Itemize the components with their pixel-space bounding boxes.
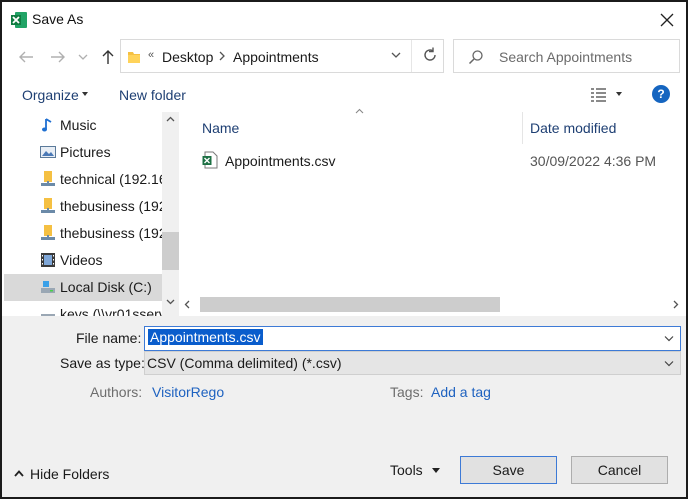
refresh-icon[interactable] <box>421 46 439 64</box>
breadcrumb-desktop[interactable]: Desktop <box>162 49 213 65</box>
save-as-type-label: Save as type: <box>60 355 145 371</box>
nav-item-label: Music <box>60 117 97 133</box>
tags-label: Tags: <box>390 384 424 400</box>
nav-item-technical[interactable]: technical (192.16 <box>4 166 167 193</box>
nav-item-videos[interactable]: Videos <box>4 247 162 274</box>
file-date-modified: 30/09/2022 4:36 PM <box>530 153 657 169</box>
chevron-down-icon[interactable] <box>664 335 674 342</box>
caret-down-icon <box>82 92 88 96</box>
nav-item-thebusiness[interactable]: thebusiness (192 <box>4 193 167 220</box>
chevron-right-icon[interactable] <box>672 300 679 309</box>
chevron-right-icon[interactable] <box>217 50 227 62</box>
local-disk-icon <box>41 281 55 293</box>
save-as-type-value: CSV (Comma delimited) (*.csv) <box>147 355 342 371</box>
address-divider <box>411 40 412 72</box>
close-button[interactable] <box>656 9 678 31</box>
forward-button[interactable] <box>47 46 69 68</box>
music-note-icon <box>42 118 52 132</box>
nav-item-label: technical (192.16 <box>60 171 167 187</box>
file-name-field[interactable]: Appointments.csv <box>144 326 681 351</box>
file-name-value[interactable]: Appointments.csv <box>148 329 263 345</box>
tools-button[interactable]: Tools <box>390 462 440 478</box>
caret-down-icon <box>432 468 440 473</box>
nav-item-local-disk[interactable]: Local Disk (C:) <box>4 274 162 301</box>
breadcrumb-overflow[interactable]: « <box>148 49 154 61</box>
network-drive-icon <box>41 314 55 316</box>
nav-item-label: keys (\\vr01sserv <box>60 306 166 316</box>
save-button[interactable]: Save <box>460 456 557 484</box>
nav-item-label: Pictures <box>60 144 111 160</box>
nav-item-music[interactable]: Music <box>4 112 162 139</box>
nav-item-keys[interactable]: keys (\\vr01sserv <box>4 301 166 316</box>
search-input[interactable]: Search Appointments <box>499 49 632 65</box>
save-as-dialog: Save As « Desktop Appointments Search Ap… <box>0 0 688 499</box>
cancel-button[interactable]: Cancel <box>571 456 668 484</box>
tags-value[interactable]: Add a tag <box>431 384 491 400</box>
nav-item-label: Videos <box>60 252 103 268</box>
file-row[interactable]: Appointments.csv 30/09/2022 4:36 PM <box>180 148 686 174</box>
horizontal-scrollbar[interactable] <box>180 296 686 313</box>
search-box[interactable]: Search Appointments <box>453 39 680 73</box>
chevron-down-icon[interactable] <box>166 298 175 305</box>
save-options-panel: File name: Appointments.csv Save as type… <box>2 316 686 497</box>
pictures-icon <box>40 146 56 158</box>
column-header-name[interactable]: Name <box>202 120 239 136</box>
back-button[interactable] <box>15 46 37 68</box>
nav-item-label: Local Disk (C:) <box>60 279 152 295</box>
excel-icon <box>11 12 27 28</box>
video-icon <box>41 253 55 267</box>
up-button[interactable] <box>97 46 119 68</box>
navigation-pane: Music Pictures technical (192.16 thebusi… <box>4 112 179 316</box>
arrow-right-icon <box>51 51 65 63</box>
arrow-up-icon <box>102 50 114 64</box>
file-name-label: File name: <box>76 330 142 346</box>
chevron-left-icon[interactable] <box>184 300 191 309</box>
csv-file-icon <box>202 151 218 169</box>
chevron-down-icon <box>78 54 88 60</box>
address-bar[interactable]: « Desktop Appointments <box>120 39 444 73</box>
close-icon <box>660 13 674 27</box>
network-drive-icon <box>41 198 55 213</box>
nav-item-pictures[interactable]: Pictures <box>4 139 162 166</box>
authors-label: Authors: <box>90 384 143 400</box>
recent-locations-button[interactable] <box>75 46 91 68</box>
new-folder-button[interactable]: New folder <box>119 87 186 103</box>
sort-ascending-icon <box>355 108 364 114</box>
file-name: Appointments.csv <box>225 153 336 169</box>
search-icon <box>468 50 483 65</box>
hide-folders-label: Hide Folders <box>30 466 110 482</box>
file-list: Name Date modified Appointments.csv 30/0… <box>180 108 686 316</box>
dialog-title: Save As <box>32 11 84 27</box>
horizontal-scroll-thumb[interactable] <box>200 297 500 312</box>
column-header-date-modified[interactable]: Date modified <box>530 120 616 136</box>
toolbar: Organize New folder ? <box>2 80 686 112</box>
nav-scroll-thumb[interactable] <box>162 232 179 270</box>
tools-label: Tools <box>390 462 423 478</box>
chevron-up-icon <box>14 470 24 477</box>
nav-item-label: thebusiness (192 <box>60 225 167 241</box>
folder-icon <box>128 52 140 63</box>
save-as-type-select[interactable]: CSV (Comma delimited) (*.csv) <box>144 351 681 375</box>
chevron-down-icon[interactable] <box>391 51 401 59</box>
organize-button[interactable]: Organize <box>22 87 79 103</box>
network-drive-icon <box>41 171 55 186</box>
authors-value[interactable]: VisitorRego <box>152 384 224 400</box>
nav-item-thebusiness-2[interactable]: thebusiness (192 <box>4 220 167 247</box>
title-bar: Save As <box>2 2 686 38</box>
breadcrumb-appointments[interactable]: Appointments <box>233 49 319 65</box>
network-drive-icon <box>41 225 55 240</box>
nav-scrollbar[interactable] <box>162 112 179 316</box>
chevron-down-icon[interactable] <box>664 360 674 367</box>
nav-item-label: thebusiness (192 <box>60 198 167 214</box>
view-details-icon[interactable] <box>590 87 608 103</box>
chevron-up-icon[interactable] <box>166 116 175 123</box>
arrow-left-icon <box>19 51 33 63</box>
column-divider[interactable] <box>522 112 523 144</box>
caret-down-icon[interactable] <box>616 92 622 96</box>
help-icon[interactable]: ? <box>652 85 670 103</box>
